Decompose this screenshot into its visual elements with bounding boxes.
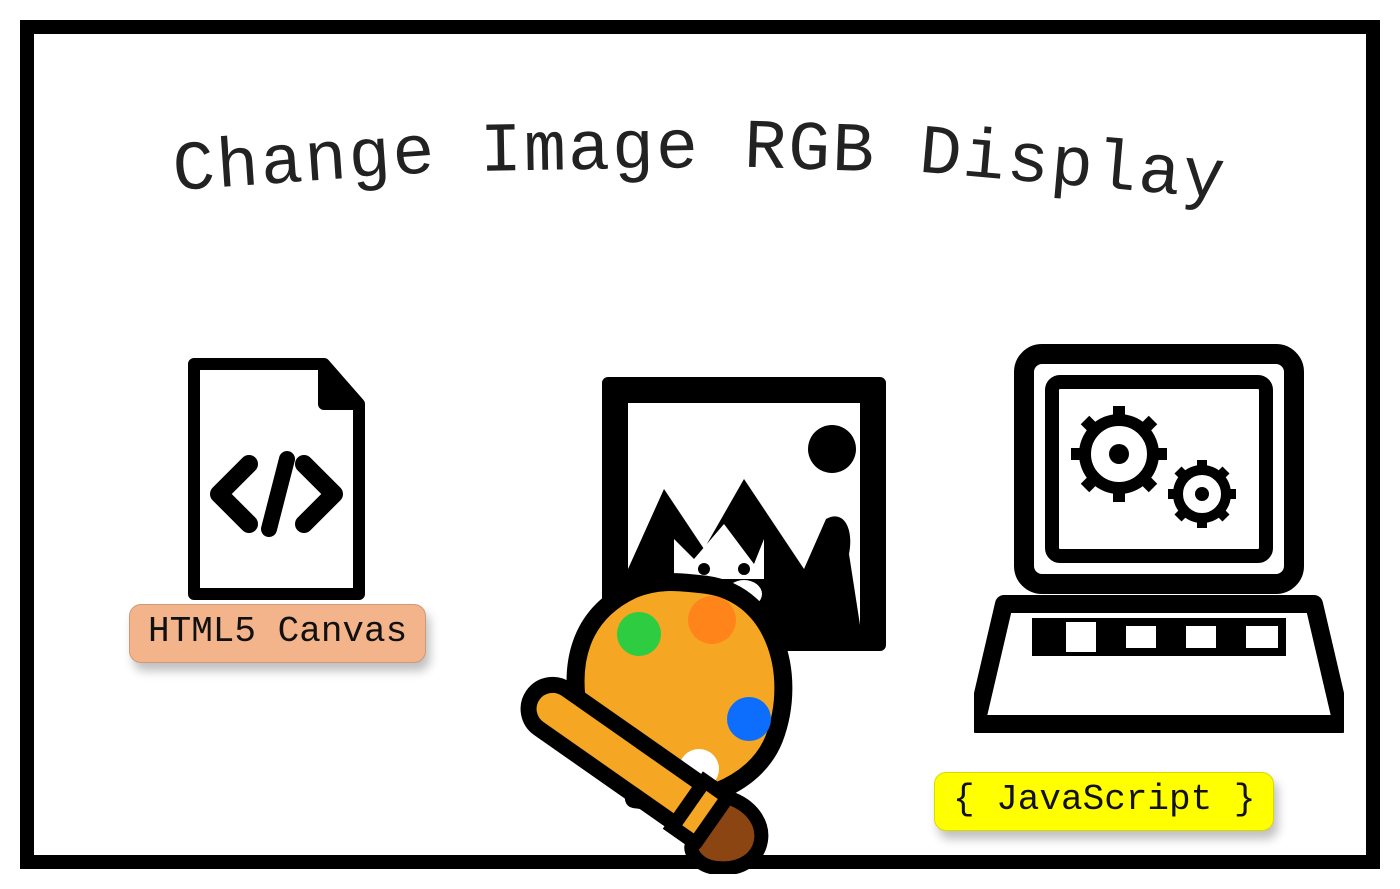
title-word-4: Display [916,115,1230,221]
title-word-2: Image [479,110,700,193]
page-title: Change Image RGB Display [34,114,1366,193]
diagram-frame: Change Image RGB Display [20,20,1380,869]
code-file-icon [174,354,374,609]
paint-palette-icon [484,544,814,879]
html5-canvas-badge: HTML5 Canvas [129,604,426,663]
title-word-1: Change [170,115,439,212]
laptop-gears-icon [974,344,1344,749]
javascript-badge: { JavaScript } [934,772,1274,831]
title-word-3: RGB [743,110,878,194]
